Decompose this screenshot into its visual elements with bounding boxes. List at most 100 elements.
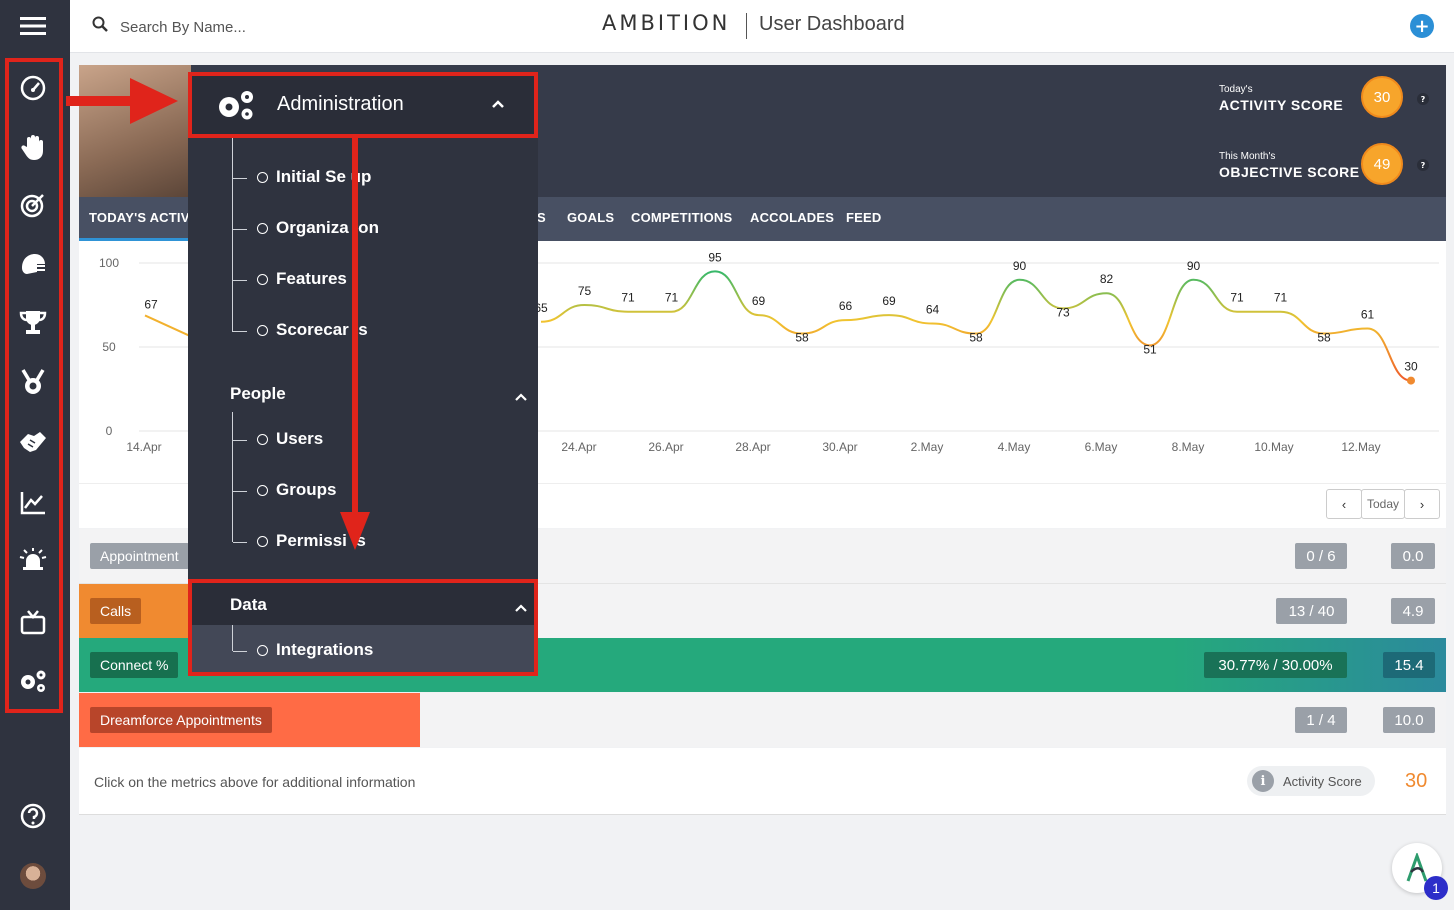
bullet-icon (257, 171, 268, 183)
user-avatar[interactable] (17, 860, 49, 892)
metric-value-dreamforce: 1 / 4 (1295, 707, 1347, 733)
rail-highlight-box (5, 58, 63, 713)
bullet-icon (257, 324, 268, 336)
chart-next-button[interactable]: › (1404, 489, 1440, 519)
data-point-label: 64 (926, 302, 940, 316)
x-tick-label: 28.Apr (735, 440, 770, 454)
menu-item-groups[interactable]: Groups (257, 480, 336, 500)
objective-score-caption: This Month's (1219, 151, 1276, 162)
data-point-label: 58 (795, 331, 809, 345)
data-point-label: 75 (578, 284, 592, 298)
data-point-label: 71 (621, 291, 635, 305)
search-icon (92, 16, 108, 37)
administration-highlight-box (188, 72, 538, 138)
metric-score-connect: 15.4 (1383, 652, 1435, 678)
data-point-label: 66 (839, 299, 853, 313)
activity-score-value: 30 (1405, 770, 1428, 792)
data-point-label: 58 (1317, 331, 1331, 345)
add-button[interactable]: + (1410, 14, 1434, 38)
tab-competitions[interactable]: COMPETITIONS (631, 210, 732, 225)
x-tick-label: 26.Apr (648, 440, 683, 454)
y-tick-label: 100 (99, 256, 119, 270)
metric-label-appointment[interactable]: Appointment (90, 543, 189, 569)
metric-score-calls: 4.9 (1391, 598, 1435, 624)
chart-series-line (540, 270, 1412, 382)
activity-score-label: Activity Score (1283, 774, 1362, 789)
tree-branch (233, 491, 247, 492)
page-title: User Dashboard (759, 13, 905, 35)
tree-branch (233, 331, 247, 332)
brand-divider (746, 13, 747, 39)
ambition-logo-icon (1406, 853, 1428, 882)
annotation-right-arrow (66, 78, 178, 124)
info-icon[interactable]: i (1252, 770, 1274, 792)
menu-item-label: Groups (276, 480, 337, 499)
objective-help-icon[interactable]: ? (1417, 159, 1429, 171)
menu-item-label: Users (276, 429, 324, 448)
search-input[interactable] (118, 13, 362, 41)
admin-tree-line (232, 138, 233, 332)
activity-score-badge[interactable]: 30 (1361, 76, 1403, 118)
tab-partial[interactable]: S (537, 210, 546, 225)
chart-prev-button[interactable]: ‹ (1326, 489, 1362, 519)
hamburger-menu-icon[interactable] (17, 10, 49, 42)
x-tick-label: 12.May (1341, 440, 1380, 454)
data-highlight-box (188, 579, 538, 676)
data-point-label: 71 (665, 291, 679, 305)
people-collapse-chevron-icon[interactable] (515, 389, 527, 407)
data-point-label: 51 (1143, 342, 1157, 356)
tree-branch (233, 440, 247, 441)
x-tick-label: 4.May (998, 440, 1031, 454)
notification-count-badge[interactable]: 1 (1424, 876, 1448, 900)
tree-branch (233, 280, 247, 281)
tree-branch (233, 178, 247, 179)
x-tick-label: 30.Apr (822, 440, 857, 454)
activity-score-title: ACTIVITY SCORE (1219, 97, 1344, 113)
y-tick-label: 50 (102, 340, 116, 354)
data-point-label: 95 (708, 250, 722, 264)
chart-today-button[interactable]: Today (1361, 489, 1405, 519)
metric-value-calls: 13 / 40 (1276, 598, 1347, 624)
help-circle-icon[interactable] (17, 800, 49, 832)
tab-feed[interactable]: FEED (846, 210, 881, 225)
data-point-label: 71 (1230, 291, 1244, 305)
bullet-icon (257, 273, 268, 285)
objective-score-badge[interactable]: 49 (1361, 143, 1403, 185)
objective-score-title: OBJECTIVE SCORE (1219, 164, 1360, 180)
people-tree-line (232, 412, 233, 542)
tab-goals[interactable]: GOALS (567, 210, 614, 225)
data-point-label: 30 (1404, 360, 1418, 374)
x-tick-label: 6.May (1085, 440, 1118, 454)
bullet-icon (257, 433, 268, 445)
chart-series-left-segment (144, 314, 192, 338)
data-point-label: 90 (1013, 259, 1027, 273)
tab-todays-activity[interactable]: TODAY'S ACTIVI (89, 210, 193, 225)
metric-label-connect[interactable]: Connect % (90, 652, 179, 678)
activity-help-icon[interactable]: ? (1417, 93, 1429, 105)
x-tick-label: 2.May (911, 440, 944, 454)
bullet-icon (257, 222, 268, 234)
brand-logo[interactable]: AMBITION (602, 11, 730, 35)
data-point-label: 69 (752, 294, 766, 308)
metric-label-dreamforce[interactable]: Dreamforce Appointments (90, 707, 272, 733)
y-tick-label: 0 (106, 424, 113, 438)
metric-score-appointment: 0.0 (1391, 543, 1435, 569)
x-tick-label: 14.Apr (126, 440, 161, 454)
x-tick-label: 10.May (1254, 440, 1293, 454)
chart-last-point-marker (1407, 376, 1415, 385)
metric-value-connect: 30.77% / 30.00% (1204, 652, 1347, 678)
menu-item-users[interactable]: Users (257, 429, 323, 449)
annotation-down-arrow (340, 134, 370, 550)
metric-score-dreamforce: 10.0 (1383, 707, 1435, 733)
people-section-label[interactable]: People (230, 384, 286, 404)
data-point-label: 73 (1056, 305, 1070, 319)
data-point-label: 71 (1274, 291, 1288, 305)
tree-branch (233, 542, 247, 543)
bullet-icon (257, 535, 268, 547)
metric-value-appointment: 0 / 6 (1295, 543, 1347, 569)
x-tick-label: 24.Apr (561, 440, 596, 454)
metric-label-calls[interactable]: Calls (90, 598, 142, 624)
tab-accolades[interactable]: ACCOLADES (750, 210, 834, 225)
data-point-label: 61 (1361, 308, 1375, 322)
data-point-label: 69 (882, 294, 896, 308)
